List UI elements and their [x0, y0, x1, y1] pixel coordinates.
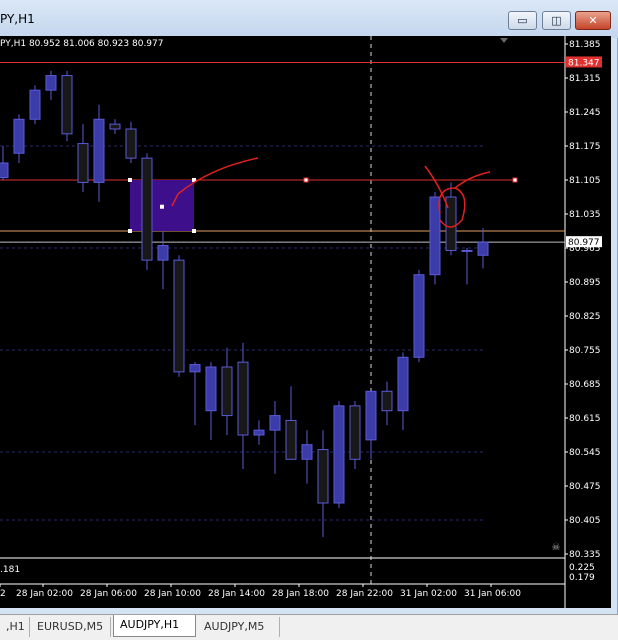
skull-icon: ☠: [552, 542, 561, 553]
candle-body: [0, 162, 9, 179]
candle-body: [173, 259, 185, 373]
candle-body: [45, 75, 57, 91]
candle-body: [413, 274, 425, 358]
chart-shift-marker: [500, 38, 508, 43]
price-label: 80.825: [569, 312, 601, 322]
price-label: 81.105: [569, 176, 601, 186]
rectangle-handle: [128, 178, 132, 182]
candle-body: [93, 118, 105, 183]
line-handle: [303, 177, 309, 183]
price-label-resistance: 81.347: [568, 58, 600, 68]
candle-body: [365, 390, 377, 441]
price-label: 81.385: [569, 40, 601, 50]
candle-body: [381, 390, 393, 412]
chart-info-text: PY,H1 80.952 81.006 80.923 80.977: [0, 39, 164, 49]
price-chart[interactable]: PY,H1 80.952 81.006 80.923 80.977 81.385 8…: [0, 36, 611, 608]
candle-body: [237, 361, 249, 436]
candle-body: [141, 157, 153, 261]
price-label: 80.685: [569, 380, 601, 390]
chart-window: PY,H1 ▭ ◫ ✕ PY,H1 80.952 81.006 80.923 8…: [0, 0, 618, 614]
indicator-scale-bottom: 0.179: [569, 573, 595, 583]
candle-body: [269, 415, 281, 431]
candle-body: [125, 128, 137, 159]
indicator-scale-top: 0.225: [569, 563, 595, 573]
rectangle-handle: [128, 229, 132, 233]
price-label: 80.405: [569, 516, 601, 526]
price-label: 80.545: [569, 448, 601, 458]
candle-body: [13, 118, 25, 154]
tab-audjpy-m5[interactable]: AUDJPY,M5: [198, 617, 280, 637]
chart-tab-bar: ,H1 EURUSD,M5 AUDJPY,H1 AUDJPY,M5: [0, 614, 618, 640]
candle-body: [157, 245, 169, 261]
rectangle-handle: [192, 229, 196, 233]
candle-body: [301, 444, 313, 460]
candle-body: [285, 419, 297, 460]
price-label: 81.245: [569, 108, 601, 118]
candle-body: [477, 241, 489, 256]
candle-body: [397, 356, 409, 412]
price-label: 80.895: [569, 278, 601, 288]
tab-audjpy-h1[interactable]: AUDJPY,H1: [113, 615, 196, 637]
minimize-icon: ▭: [517, 14, 528, 27]
price-label: 81.035: [569, 210, 601, 220]
candle-body: [61, 75, 73, 135]
candle-body: [77, 143, 89, 183]
price-label: 80.615: [569, 414, 601, 424]
price-label: 80.335: [569, 550, 601, 560]
restore-button[interactable]: ◫: [542, 11, 571, 30]
minimize-button[interactable]: ▭: [508, 11, 537, 30]
close-button[interactable]: ✕: [575, 11, 611, 30]
tab-eurusd-m5[interactable]: EURUSD,M5: [31, 617, 111, 637]
restore-icon: ◫: [551, 14, 562, 27]
candle-body: [317, 449, 329, 504]
price-label: 81.175: [569, 142, 601, 152]
time-label: 2: [0, 589, 6, 599]
tab-chart-1[interactable]: ,H1: [0, 617, 30, 637]
time-label: 28 Jan 22:00: [336, 589, 393, 599]
candle-body: [461, 249, 473, 252]
time-label: 31 Jan 02:00: [400, 589, 457, 599]
price-label: 80.475: [569, 482, 601, 492]
time-label: 28 Jan 06:00: [80, 589, 137, 599]
time-label: 28 Jan 14:00: [208, 589, 265, 599]
indicator-value: .181: [0, 565, 20, 575]
price-label: 80.965: [569, 244, 601, 254]
price-label: 81.315: [569, 74, 601, 84]
time-label: 28 Jan 02:00: [16, 589, 73, 599]
candle-body: [109, 123, 121, 130]
price-label: 80.755: [569, 346, 601, 356]
line-handle: [512, 177, 518, 183]
time-label: 28 Jan 18:00: [272, 589, 329, 599]
candle-body: [189, 364, 201, 373]
candle-body: [333, 405, 345, 504]
time-label: 31 Jan 06:00: [464, 589, 521, 599]
window-title: PY,H1: [0, 12, 35, 26]
candle-body: [253, 429, 265, 436]
rectangle-handle: [160, 204, 164, 209]
candle-body: [221, 366, 233, 417]
candle-body: [349, 405, 361, 460]
chart-area[interactable]: PY,H1 80.952 81.006 80.923 80.977 81.385 8…: [0, 36, 611, 608]
close-icon: ✕: [588, 14, 598, 27]
candle-body: [29, 89, 41, 120]
time-label: 28 Jan 10:00: [144, 589, 201, 599]
candle-body: [205, 366, 217, 412]
title-bar[interactable]: PY,H1 ▭ ◫ ✕: [0, 0, 618, 38]
